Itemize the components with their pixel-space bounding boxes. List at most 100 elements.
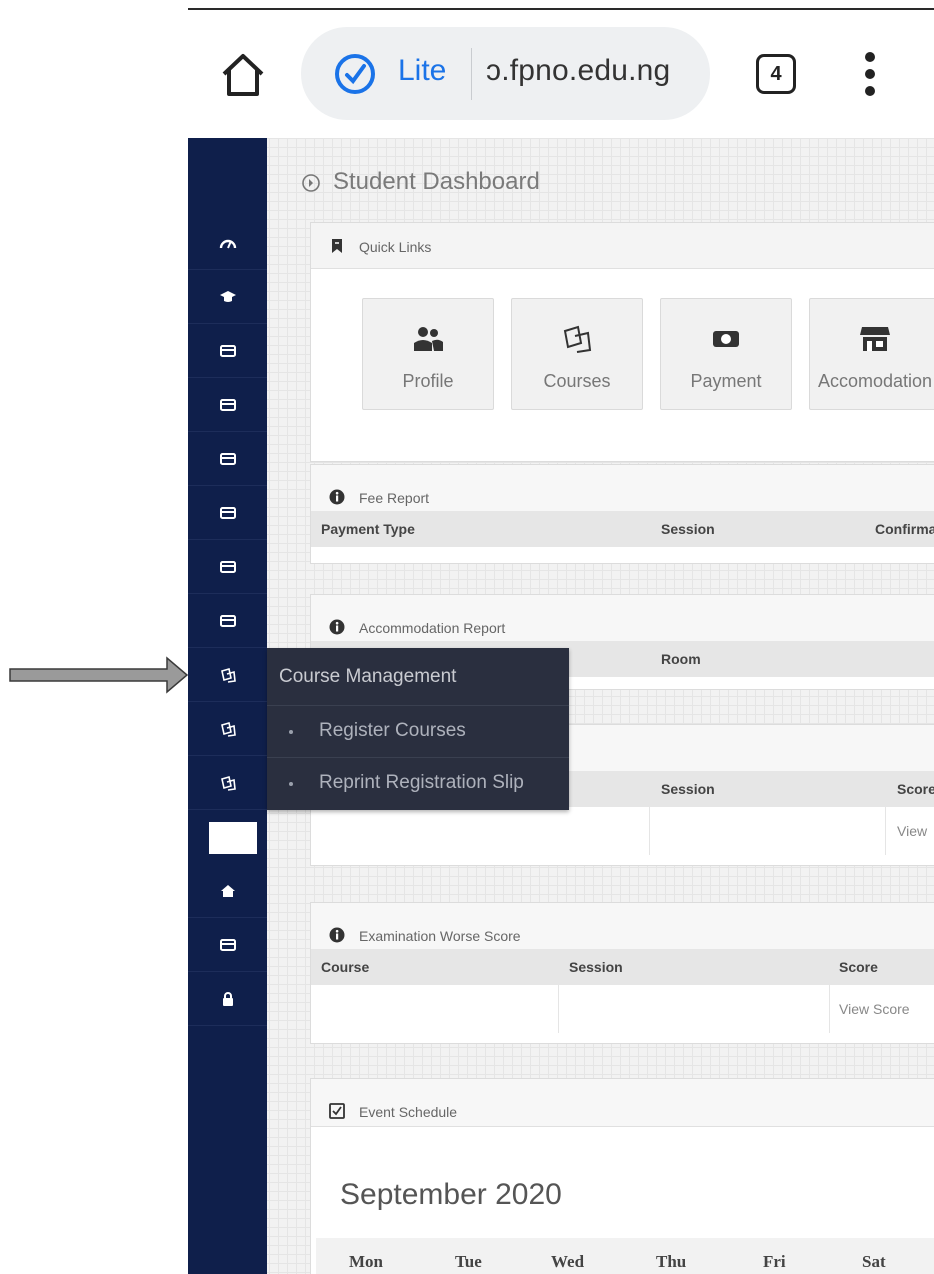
menu-item-label: Register Courses bbox=[319, 720, 466, 741]
quick-links-header: Quick Links bbox=[311, 223, 934, 269]
event-schedule-header: Event Schedule bbox=[311, 1079, 934, 1127]
column-header: Session bbox=[569, 959, 623, 975]
lock-icon bbox=[222, 991, 233, 1006]
quick-link-label: Profile bbox=[402, 371, 454, 391]
book-icon bbox=[220, 667, 236, 683]
sidebar bbox=[188, 138, 267, 1274]
column-header: Payment Type bbox=[321, 521, 415, 537]
weekday-label: Sat bbox=[862, 1252, 886, 1271]
view-score-link[interactable]: View Score bbox=[839, 1001, 910, 1017]
sidebar-item-payment-6[interactable] bbox=[188, 594, 267, 648]
course-management-flyout: Course Management Register Courses Repri… bbox=[267, 648, 569, 810]
quick-link-label: Payment bbox=[690, 371, 762, 391]
column-divider bbox=[829, 985, 830, 1033]
sidebar-item-payment-2[interactable] bbox=[188, 378, 267, 432]
credit-card-icon bbox=[219, 398, 236, 411]
lite-mode-icon[interactable] bbox=[333, 52, 377, 96]
circle-arrow-icon bbox=[302, 174, 320, 192]
sidebar-item-payment-3[interactable] bbox=[188, 432, 267, 486]
sidebar-item-payment-1[interactable] bbox=[188, 324, 267, 378]
home-icon[interactable] bbox=[218, 50, 268, 100]
book-icon bbox=[220, 721, 236, 737]
book-icon bbox=[563, 325, 592, 353]
weekday-label: Tue bbox=[455, 1252, 482, 1271]
credit-card-icon bbox=[219, 452, 236, 465]
home-icon bbox=[220, 884, 235, 897]
info-icon bbox=[329, 927, 345, 943]
bullet-icon bbox=[289, 730, 293, 734]
bullet-icon bbox=[289, 782, 293, 786]
table-row: View Score bbox=[311, 985, 934, 1033]
quick-link-label: Accomodation bbox=[817, 371, 933, 391]
column-header: Confirma bbox=[875, 521, 934, 537]
menu-item-register-courses[interactable]: Register Courses bbox=[267, 706, 569, 758]
exam-worse-score-header: Examination Worse Score bbox=[311, 903, 934, 949]
fee-report-header: Fee Report bbox=[311, 465, 934, 511]
sidebar-item-courses-2[interactable] bbox=[188, 702, 267, 756]
exam-worse-score-title: Examination Worse Score bbox=[359, 928, 521, 944]
fee-report-panel: Fee Report Payment Type Session Confirma bbox=[310, 464, 934, 564]
tab-switcher-button[interactable]: 4 bbox=[756, 54, 796, 94]
url-divider bbox=[471, 48, 472, 100]
accommodation-report-header: Accommodation Report bbox=[311, 595, 934, 641]
credit-card-icon bbox=[219, 344, 236, 357]
speedometer-icon bbox=[219, 239, 236, 248]
sidebar-item-course-management[interactable] bbox=[188, 648, 267, 702]
weekday-label: Thu bbox=[656, 1252, 687, 1271]
exam-worse-score-table-header: Course Session Score bbox=[311, 949, 934, 985]
quick-link-label: Courses bbox=[543, 371, 611, 391]
sidebar-item-dashboard[interactable] bbox=[188, 216, 267, 270]
quick-link-accomodation[interactable]: Accomodation bbox=[809, 298, 934, 410]
column-header: Session bbox=[661, 521, 715, 537]
menu-item-reprint-registration-slip[interactable]: Reprint Registration Slip bbox=[267, 758, 569, 810]
fee-report-table-header: Payment Type Session Confirma bbox=[311, 511, 934, 547]
credit-card-icon bbox=[219, 506, 236, 519]
page-title: Student Dashboard bbox=[333, 168, 540, 195]
sidebar-item-academics[interactable] bbox=[188, 270, 267, 324]
column-header: Score bbox=[839, 959, 878, 975]
sidebar-item-payment-4[interactable] bbox=[188, 486, 267, 540]
sidebar-item-courses-3[interactable] bbox=[188, 756, 267, 810]
exam-worse-score-panel: Examination Worse Score Course Session S… bbox=[310, 902, 934, 1044]
lite-mode-label[interactable]: Lite bbox=[398, 54, 446, 88]
sidebar-blank-item[interactable] bbox=[209, 822, 257, 854]
book-icon bbox=[220, 775, 236, 791]
sidebar-item-payment-7[interactable] bbox=[188, 918, 267, 972]
calendar-month: September 2020 bbox=[340, 1178, 562, 1211]
column-header: Room bbox=[661, 651, 701, 667]
url-text[interactable]: ɔ.fpno.edu.ng bbox=[486, 54, 670, 88]
column-divider bbox=[885, 807, 886, 855]
flyout-title: Course Management bbox=[279, 666, 457, 687]
weekday-label: Mon bbox=[349, 1252, 383, 1271]
users-icon bbox=[414, 327, 443, 351]
weekday-label: Wed bbox=[551, 1252, 585, 1271]
view-link[interactable]: View bbox=[897, 823, 927, 839]
calendar-weekday-header: Mon Tue Wed Thu Fri Sat bbox=[316, 1238, 934, 1274]
column-header: Session bbox=[661, 781, 715, 797]
info-icon bbox=[329, 489, 345, 505]
sidebar-item-payment-5[interactable] bbox=[188, 540, 267, 594]
sidebar-item-home[interactable] bbox=[188, 864, 267, 918]
credit-card-icon bbox=[219, 560, 236, 573]
column-header: Course bbox=[321, 959, 370, 975]
money-icon bbox=[713, 331, 739, 347]
credit-card-icon bbox=[219, 938, 236, 951]
pointer-arrow-icon bbox=[9, 656, 189, 694]
quick-links-title: Quick Links bbox=[359, 239, 432, 255]
quick-link-profile[interactable]: Profile bbox=[362, 298, 494, 410]
fee-report-title: Fee Report bbox=[359, 490, 430, 506]
store-icon bbox=[860, 327, 890, 351]
checkbox-icon bbox=[329, 1103, 345, 1119]
quick-link-courses[interactable]: Courses bbox=[511, 298, 643, 410]
screen: Lite ɔ.fpno.edu.ng 4 Student Dashboard Q… bbox=[0, 0, 934, 1274]
weekday-label: Fri bbox=[763, 1252, 786, 1271]
event-schedule-title: Event Schedule bbox=[359, 1104, 458, 1120]
table-row: View bbox=[311, 807, 934, 855]
column-divider bbox=[558, 985, 559, 1033]
quick-link-payment[interactable]: Payment bbox=[660, 298, 792, 410]
sidebar-item-logout[interactable] bbox=[188, 972, 267, 1026]
accommodation-report-title: Accommodation Report bbox=[359, 620, 506, 636]
more-menu-icon[interactable] bbox=[860, 52, 880, 96]
info-icon bbox=[329, 619, 345, 635]
flyout-header: Course Management bbox=[267, 648, 569, 706]
